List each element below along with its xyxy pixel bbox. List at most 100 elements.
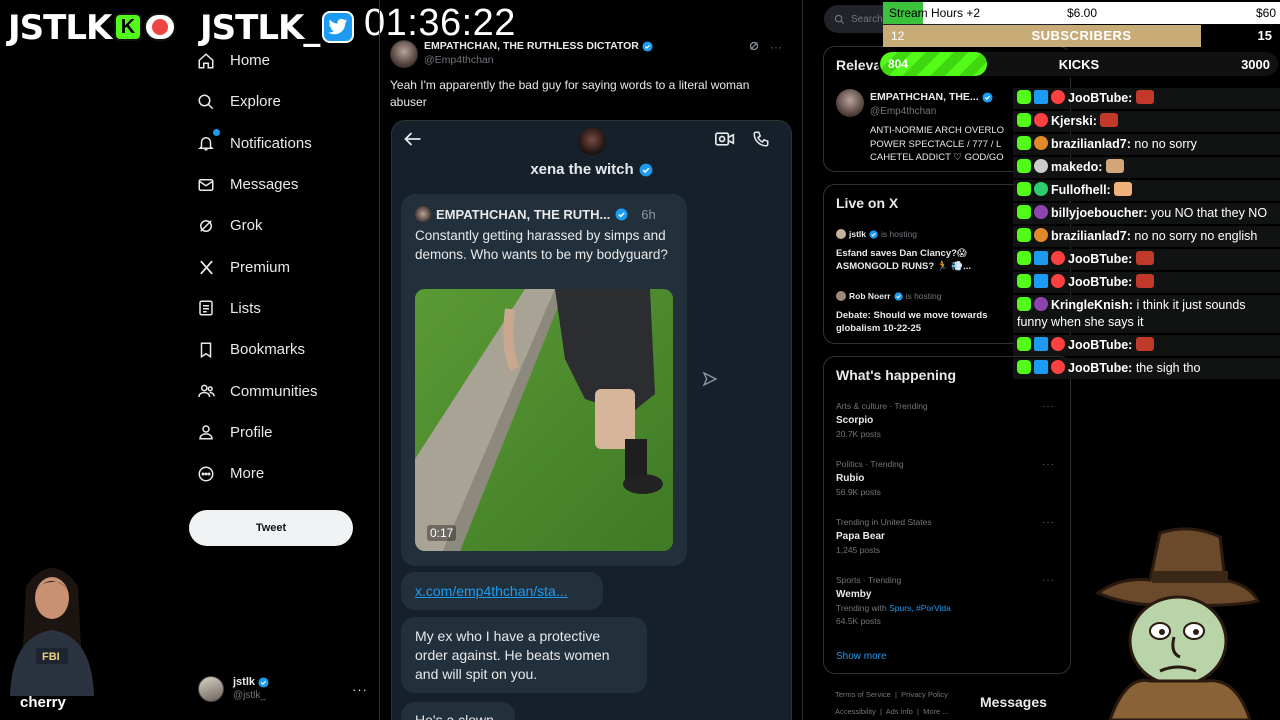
dm-link-message: x.com/emp4thchan/sta... <box>401 572 603 610</box>
user-color-badge-icon <box>1051 360 1065 374</box>
tweet-media-screenshot[interactable]: xena the witch EMPATHCHAN, THE RUTH... 6… <box>391 120 792 720</box>
more-dots-icon[interactable]: ··· <box>352 682 368 697</box>
quote-time: 6h <box>641 206 656 222</box>
avatar <box>836 229 846 239</box>
more-dots-icon[interactable]: ··· <box>1042 517 1055 528</box>
sidebar-item-profile[interactable]: Profile <box>188 412 378 453</box>
author-name[interactable]: EMPATHCHAN, THE RUTHLESS DICTATOR <box>424 40 639 52</box>
trend-name: Scorpio <box>836 415 874 426</box>
sidebar-nav: Home Explore Notifications Messages Grok… <box>188 40 378 494</box>
subscriber-badge-icon <box>1034 274 1048 288</box>
sidebar-item-grok[interactable]: Grok <box>188 205 378 246</box>
chat-username[interactable]: JooBTube: <box>1068 91 1132 105</box>
footer-link[interactable]: Accessibility <box>835 707 876 716</box>
person-icon <box>196 422 216 442</box>
panel-title: What's happening <box>836 367 956 383</box>
avatar[interactable] <box>390 40 418 68</box>
sidebar-item-explore[interactable]: Explore <box>188 81 378 122</box>
sidebar-item-more[interactable]: More <box>188 453 378 494</box>
chat-username[interactable]: makedo: <box>1051 160 1102 174</box>
quote-text: Constantly getting harassed by simps and… <box>415 228 668 262</box>
footer-link[interactable]: Terms of Service <box>835 690 891 699</box>
chat-username[interactable]: brazilianlad7: <box>1051 137 1131 151</box>
footer-link[interactable]: Ads info <box>886 707 913 716</box>
messages-drawer[interactable]: Messages <box>966 686 1096 720</box>
sidebar-item-premium[interactable]: Premium <box>188 246 378 287</box>
moderator-badge-icon <box>1017 251 1031 265</box>
footer-link[interactable]: More ... <box>923 707 948 716</box>
envelope-icon <box>196 175 216 195</box>
chat-username[interactable]: billyjoeboucher: <box>1051 206 1148 220</box>
chat-username[interactable]: brazilianlad7: <box>1051 229 1131 243</box>
chat-username[interactable]: Kjerski: <box>1051 114 1097 128</box>
trend-posts: 1,245 posts <box>836 545 880 555</box>
footer-link[interactable]: Privacy Policy <box>901 690 948 699</box>
trend-item[interactable]: Trending in United States Papa Bear 1,24… <box>836 517 1061 555</box>
chat-username[interactable]: Fullofhell: <box>1051 183 1111 197</box>
verified-badge-icon <box>615 208 628 220</box>
sidebar-item-label: Grok <box>230 217 263 235</box>
moderator-badge-icon <box>1017 159 1031 173</box>
grok-icon[interactable] <box>748 40 760 55</box>
chat-username[interactable]: JooBTube: <box>1068 361 1132 375</box>
chat-text: no no sorry no english <box>1134 229 1258 243</box>
account-switcher[interactable]: jstlk @jstlk_ ··· <box>198 672 368 706</box>
verified-badge-icon <box>982 91 993 103</box>
verified-badge-icon <box>869 229 878 239</box>
trend-item[interactable]: Politics · Trending Rubio 56.9K posts ··… <box>836 459 1061 497</box>
user-color-badge-icon <box>1034 113 1048 127</box>
chat-message: JooBTube: <box>1013 249 1280 270</box>
quote-author: EMPATHCHAN, THE RUTH... <box>436 206 611 222</box>
live-space-title[interactable]: Esfand saves Dan Clancy?😱 ASMONGOLD RUNS… <box>836 247 996 273</box>
avatar <box>836 291 846 301</box>
moderator-badge-icon <box>1017 136 1031 150</box>
tweet-button[interactable]: Tweet <box>189 510 353 546</box>
sidebar-item-lists[interactable]: Lists <box>188 288 378 329</box>
trend-item[interactable]: Sports · Trending Wemby Trending with Sp… <box>836 575 1061 626</box>
chat-message: JooBTube: <box>1013 335 1280 356</box>
share-arrow-icon <box>702 371 718 392</box>
chat-username[interactable]: KringleKnish: <box>1051 298 1133 312</box>
panel-title: Live on X <box>836 195 899 211</box>
sidebar-item-label: Profile <box>230 423 273 441</box>
sidebar-item-communities[interactable]: Communities <box>188 370 378 411</box>
more-dots-icon[interactable]: ··· <box>1042 575 1055 586</box>
sidebar-item-messages[interactable]: Messages <box>188 164 378 205</box>
search-icon <box>834 14 845 24</box>
chat-text: the sigh tho <box>1135 361 1201 375</box>
trend-item[interactable]: Arts & culture · Trending Scorpio 20.7K … <box>836 401 1061 439</box>
more-dots-icon[interactable]: ··· <box>1042 459 1055 470</box>
moderator-badge-icon <box>1017 90 1031 104</box>
goal-label: KICKS <box>1058 57 1100 72</box>
chat-username[interactable]: JooBTube: <box>1068 338 1132 352</box>
dm-shared-post: EMPATHCHAN, THE RUTH... 6h Constantly ge… <box>401 194 687 566</box>
live-host: Rob Noerr is hosting <box>836 291 941 301</box>
grok-icon <box>196 216 216 236</box>
sidebar-item-home[interactable]: Home <box>188 40 378 81</box>
dm-message: He's a clown <box>401 702 515 720</box>
trend-name: Papa Bear <box>836 531 885 542</box>
chat-username[interactable]: JooBTube: <box>1068 275 1132 289</box>
relevant-name[interactable]: EMPATHCHAN, THE... <box>870 91 979 103</box>
trend-context-links[interactable]: Spurs, #PorVida <box>889 603 951 613</box>
sidebar-item-label: More <box>230 465 265 483</box>
goal-target: $60 <box>1255 6 1276 20</box>
sidebar-item-bookmarks[interactable]: Bookmarks <box>188 329 378 370</box>
streamer-avatar-illustration: FBI <box>10 568 94 696</box>
live-host-name[interactable]: jstlk <box>849 229 866 239</box>
hosting-label: is hosting <box>905 291 942 301</box>
goal-label: SUBSCRIBERS <box>1031 28 1132 43</box>
more-dots-icon[interactable]: ··· <box>1042 401 1055 412</box>
sidebar-item-notifications[interactable]: Notifications <box>188 123 378 164</box>
avatar[interactable] <box>836 89 864 117</box>
moderator-badge-icon <box>1017 113 1031 127</box>
show-more-link[interactable]: Show more <box>836 651 887 662</box>
more-dots-icon[interactable]: ··· <box>770 40 782 55</box>
sidebar-item-label: Explore <box>230 93 281 111</box>
chat-username[interactable]: JooBTube: <box>1068 252 1132 266</box>
author-handle[interactable]: @Emp4thchan <box>424 54 494 66</box>
live-space-title[interactable]: Debate: Should we move towards globalism… <box>836 309 996 335</box>
people-icon <box>196 381 216 401</box>
live-host-name[interactable]: Rob Noerr <box>849 291 891 301</box>
stream-chat: JooBTube: Kjerski: brazilianlad7: no no … <box>1013 88 1280 381</box>
